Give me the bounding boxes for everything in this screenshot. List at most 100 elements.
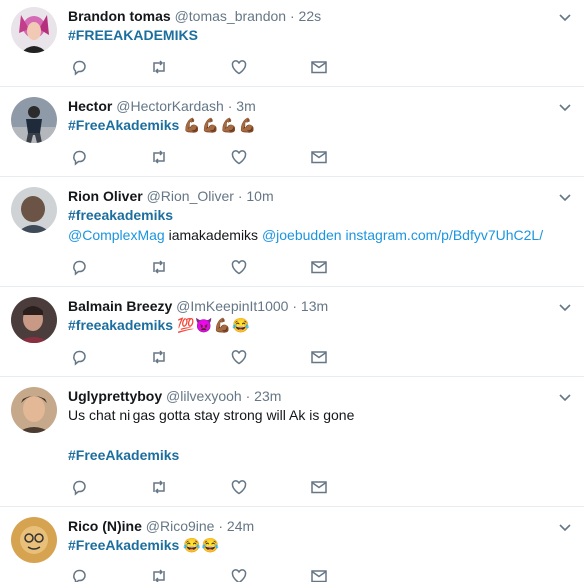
hashtag-link[interactable]: #freeakademiks [68, 317, 173, 333]
separator: · [233, 188, 247, 204]
display-name[interactable]: Uglyprettyboy [68, 388, 162, 404]
reply-icon[interactable] [70, 58, 90, 78]
emoji-text: 💯👿💪🏾😂 [176, 317, 251, 333]
direct-message-icon[interactable] [310, 478, 330, 498]
hashtag-link[interactable]: #FreeAkademiks [68, 117, 179, 133]
avatar[interactable] [11, 7, 57, 53]
reply-icon[interactable] [70, 258, 90, 278]
tweet[interactable]: Balmain Breezy @ImKeepinIt1000 · 13m #fr… [0, 287, 584, 377]
reply-icon[interactable] [70, 148, 90, 168]
tweet-text: #FreeAkademiks [68, 445, 179, 465]
mention-link[interactable]: @joebudden [262, 227, 342, 243]
caret-down-icon[interactable] [558, 11, 572, 25]
separator: · [286, 8, 299, 24]
like-icon[interactable] [230, 348, 250, 368]
like-icon[interactable] [230, 478, 250, 498]
reply-icon[interactable] [70, 567, 90, 582]
retweet-icon[interactable] [150, 348, 170, 368]
direct-message-icon[interactable] [310, 148, 330, 168]
tweet-text: #freeakademiks 💯👿💪🏾😂 [68, 315, 251, 335]
retweet-icon[interactable] [150, 478, 170, 498]
retweet-icon[interactable] [150, 58, 170, 78]
caret-down-icon[interactable] [558, 191, 572, 205]
hashtag-link[interactable]: #freeakademiks [68, 207, 173, 223]
separator: · [223, 98, 237, 114]
emoji-text: 😂😂 [183, 537, 221, 553]
tweet-text: #freeakademiks [68, 205, 173, 225]
user-handle[interactable]: @Rion_Oliver [147, 188, 234, 204]
timestamp[interactable]: 23m [254, 388, 281, 404]
avatar[interactable] [11, 187, 57, 233]
timestamp[interactable]: 22s [299, 8, 322, 24]
emoji-text: 💪🏾💪🏾💪🏾💪🏾 [183, 117, 257, 133]
direct-message-icon[interactable] [310, 58, 330, 78]
tweet[interactable]: Uglyprettyboy @lilvexyooh · 23m Us chat … [0, 377, 584, 507]
display-name[interactable]: Hector [68, 98, 112, 114]
display-name[interactable]: Brandon tomas [68, 8, 171, 24]
tweet-header: Balmain Breezy @ImKeepinIt1000 · 13m [68, 297, 328, 315]
tweet-feed: Brandon tomas @tomas_brandon · 22s #FREE… [0, 0, 584, 582]
tweet[interactable]: Hector @HectorKardash · 3m #FreeAkademik… [0, 87, 584, 177]
body-text: Us chat ni gas gotta stay strong will Ak… [68, 407, 355, 423]
user-handle[interactable]: @ImKeepinIt1000 [176, 298, 288, 314]
avatar[interactable] [11, 517, 57, 563]
caret-down-icon[interactable] [558, 391, 572, 405]
separator: · [288, 298, 301, 314]
hashtag-link[interactable]: #FreeAkademiks [68, 537, 179, 553]
avatar[interactable] [11, 97, 57, 143]
display-name[interactable]: Balmain Breezy [68, 298, 172, 314]
avatar[interactable] [11, 387, 57, 433]
tweet-header: Hector @HectorKardash · 3m [68, 97, 256, 115]
caret-down-icon[interactable] [558, 521, 572, 535]
display-name[interactable]: Rion Oliver [68, 188, 143, 204]
timestamp[interactable]: 10m [246, 188, 273, 204]
retweet-icon[interactable] [150, 567, 170, 582]
direct-message-icon[interactable] [310, 258, 330, 278]
display-name[interactable]: Rico (N)ine [68, 518, 142, 534]
timestamp[interactable]: 13m [301, 298, 328, 314]
tweet-actions [68, 567, 348, 582]
tweet-actions [68, 148, 348, 168]
like-icon[interactable] [230, 258, 250, 278]
tweet-header: Brandon tomas @tomas_brandon · 22s [68, 7, 321, 25]
tweet-actions [68, 258, 348, 278]
tweet-text: #FreeAkademiks 😂😂 [68, 535, 220, 555]
user-handle[interactable]: @HectorKardash [116, 98, 224, 114]
tweet-text: Us chat ni gas gotta stay strong will Ak… [68, 405, 354, 425]
tweet-text: #FreeAkademiks 💪🏾💪🏾💪🏾💪🏾 [68, 115, 257, 135]
timestamp[interactable]: 24m [227, 518, 254, 534]
direct-message-icon[interactable] [310, 348, 330, 368]
hashtag-link[interactable]: #FreeAkademiks [68, 447, 179, 463]
body-text: iamakademiks [164, 227, 262, 243]
caret-down-icon[interactable] [558, 101, 572, 115]
tweet[interactable]: Rion Oliver @Rion_Oliver · 10m #freeakad… [0, 177, 584, 287]
user-handle[interactable]: @tomas_brandon [175, 8, 287, 24]
url-link[interactable]: instagram.com/p/Bdfyv7UhC2L/ [342, 227, 543, 243]
timestamp[interactable]: 3m [236, 98, 255, 114]
tweet-header: Rico (N)ine @Rico9ine · 24m [68, 517, 254, 535]
tweet-actions [68, 58, 348, 78]
like-icon[interactable] [230, 567, 250, 582]
avatar[interactable] [11, 297, 57, 343]
mention-link[interactable]: @ComplexMag [68, 227, 165, 243]
user-handle[interactable]: @Rico9ine [146, 518, 215, 534]
reply-icon[interactable] [70, 478, 90, 498]
like-icon[interactable] [230, 148, 250, 168]
tweet-header: Rion Oliver @Rion_Oliver · 10m [68, 187, 274, 205]
tweet-header: Uglyprettyboy @lilvexyooh · 23m [68, 387, 281, 405]
hashtag-link[interactable]: #FREEAKADEMIKS [68, 27, 198, 43]
separator: · [214, 518, 227, 534]
tweet-text: @ComplexMag iamakademiks @joebudden inst… [68, 225, 543, 245]
like-icon[interactable] [230, 58, 250, 78]
reply-icon[interactable] [70, 348, 90, 368]
direct-message-icon[interactable] [310, 567, 330, 582]
tweet[interactable]: Brandon tomas @tomas_brandon · 22s #FREE… [0, 0, 584, 87]
tweet-text: #FREEAKADEMIKS [68, 25, 198, 45]
separator: · [241, 388, 255, 404]
tweet[interactable]: Rico (N)ine @Rico9ine · 24m #FreeAkademi… [0, 507, 584, 582]
caret-down-icon[interactable] [558, 301, 572, 315]
retweet-icon[interactable] [150, 148, 170, 168]
retweet-icon[interactable] [150, 258, 170, 278]
tweet-actions [68, 478, 348, 498]
user-handle[interactable]: @lilvexyooh [166, 388, 242, 404]
